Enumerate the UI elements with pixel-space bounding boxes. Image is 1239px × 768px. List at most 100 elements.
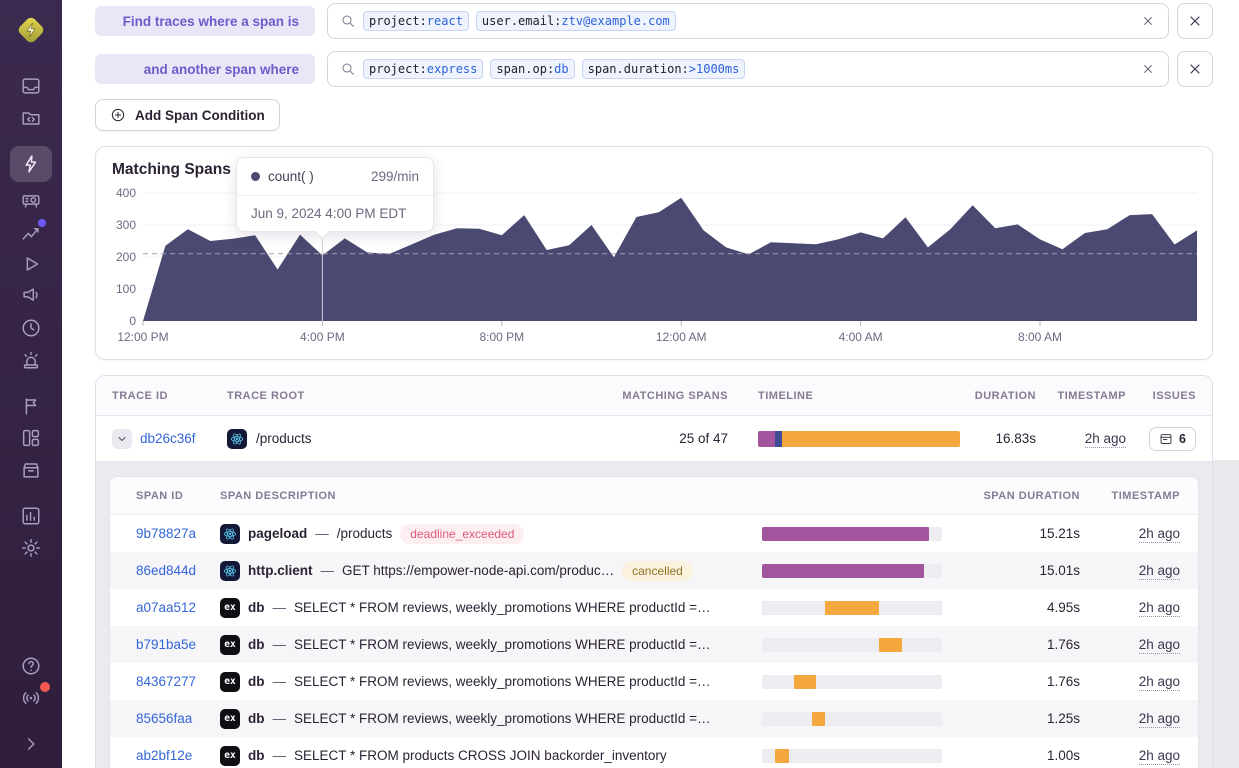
col-span-timestamp: TIMESTAMP — [1080, 490, 1180, 502]
span-timestamp[interactable]: 2h ago — [1139, 563, 1180, 580]
sidebar-item-stats[interactable] — [10, 500, 52, 532]
app-logo[interactable] — [13, 12, 49, 48]
col-span-id: SPAN ID — [124, 490, 220, 502]
status-badge: deadline_exceeded — [400, 524, 524, 544]
sidebar-item-crons[interactable] — [10, 312, 52, 344]
span-timestamp[interactable]: 2h ago — [1139, 748, 1180, 765]
span-id-link[interactable]: b791ba5e — [136, 637, 196, 652]
span-duration-bar — [762, 638, 942, 652]
span-duration: 15.01s — [962, 563, 1080, 578]
search-bar-1[interactable]: project:react user.email:ztv@example.com — [327, 3, 1169, 39]
col-duration: DURATION — [941, 390, 1036, 402]
span-duration-bar — [762, 564, 942, 578]
code-folder-icon — [20, 107, 42, 129]
query-row-2-label: and another span where — [95, 54, 315, 84]
trace-query-builder: Find traces where a span is project:reac… — [62, 0, 1239, 131]
add-span-condition-button[interactable]: Add Span Condition — [95, 99, 280, 131]
sidebar-item-web-vitals[interactable] — [10, 184, 52, 216]
span-timestamp[interactable]: 2h ago — [1139, 674, 1180, 691]
trace-timestamp[interactable]: 2h ago — [1085, 431, 1126, 448]
span-timestamp[interactable]: 2h ago — [1139, 637, 1180, 654]
chart-tooltip: count( ) 299/min Jun 9, 2024 4:00 PM EDT — [236, 157, 434, 232]
plus-circle-icon — [110, 107, 126, 123]
clear-input-icon[interactable] — [1140, 13, 1156, 29]
trace-timeline-bar — [758, 431, 960, 447]
svg-text:100: 100 — [116, 282, 136, 296]
span-duration: 1.76s — [962, 637, 1080, 652]
span-description-text: GET https://empower-node-api.com/produc… — [342, 563, 614, 578]
col-trace-id: TRACE ID — [112, 390, 227, 402]
clear-input-icon[interactable] — [1140, 61, 1156, 77]
sidebar-item-projects[interactable] — [10, 102, 52, 134]
filter-token[interactable]: project:react — [363, 11, 469, 31]
play-icon — [20, 253, 42, 275]
col-timeline: TIMELINE — [736, 390, 941, 402]
span-duration: 15.21s — [962, 526, 1080, 541]
sidebar-item-dashboards[interactable] — [10, 422, 52, 454]
sidebar-item-service-status[interactable] — [10, 682, 52, 714]
span-table-card: SPAN ID SPAN DESCRIPTION SPAN DURATION T… — [109, 476, 1199, 768]
span-timestamp[interactable]: 2h ago — [1139, 711, 1180, 728]
span-duration-bar — [762, 749, 942, 763]
trace-id-link[interactable]: db26c36f — [140, 431, 196, 446]
trace-table-header: TRACE ID TRACE ROOT MATCHING SPANS TIMEL… — [96, 376, 1212, 416]
sidebar — [0, 0, 62, 768]
span-id-link[interactable]: a07aa512 — [136, 600, 196, 615]
span-id-link[interactable]: 86ed844d — [136, 563, 196, 578]
span-op: pageload — [248, 526, 307, 541]
sidebar-item-releases[interactable] — [10, 390, 52, 422]
sidebar-item-archive[interactable] — [10, 454, 52, 486]
sidebar-item-traces[interactable] — [10, 146, 52, 182]
span-duration: 1.25s — [962, 711, 1080, 726]
col-span-duration: SPAN DURATION — [962, 490, 1080, 502]
span-id-link[interactable]: 9b78827a — [136, 526, 196, 541]
col-issues: ISSUES — [1126, 390, 1196, 402]
filter-token[interactable]: span.op:db — [490, 59, 574, 79]
col-span-description: SPAN DESCRIPTION — [220, 490, 762, 502]
remove-condition-2-button[interactable] — [1177, 51, 1213, 87]
filter-token[interactable]: project:express — [363, 59, 483, 79]
filter-token[interactable]: user.email:ztv@example.com — [476, 11, 676, 31]
remove-condition-1-button[interactable] — [1177, 3, 1213, 39]
archive-box-icon — [20, 459, 42, 481]
react-icon — [227, 429, 247, 449]
collapse-trace-button[interactable] — [112, 429, 132, 449]
span-description-text: SELECT * FROM reviews, weekly_promotions… — [294, 637, 711, 652]
span-id-link[interactable]: 84367277 — [136, 674, 196, 689]
span-description-text: SELECT * FROM products CROSS JOIN backor… — [294, 748, 667, 763]
express-icon: ex — [220, 709, 240, 729]
sidebar-item-replays[interactable] — [10, 248, 52, 280]
span-table-header: SPAN ID SPAN DESCRIPTION SPAN DURATION T… — [110, 477, 1198, 515]
span-timestamp[interactable]: 2h ago — [1139, 526, 1180, 543]
page-gutter — [1213, 460, 1239, 768]
sidebar-item-issues[interactable] — [10, 70, 52, 102]
trace-issues-button[interactable]: 6 — [1149, 427, 1196, 451]
megaphone-icon — [20, 285, 42, 307]
series-dot-icon — [251, 172, 260, 181]
span-id-link[interactable]: 85656faa — [136, 711, 192, 726]
span-row: 86ed844d http.client — GET https://empow… — [110, 552, 1198, 589]
lightning-icon — [20, 153, 42, 175]
close-icon — [1187, 61, 1203, 77]
svg-text:12:00 PM: 12:00 PM — [117, 330, 168, 344]
svg-text:4:00 PM: 4:00 PM — [300, 330, 345, 344]
chart-title: Matching Spans — [112, 161, 231, 179]
svg-text:4:00 AM: 4:00 AM — [839, 330, 883, 344]
sidebar-item-metrics[interactable] — [10, 216, 52, 248]
sidebar-collapse-toggle[interactable] — [10, 728, 52, 760]
status-badge: cancelled — [622, 561, 693, 581]
span-op: http.client — [248, 563, 313, 578]
search-bar-2[interactable]: project:express span.op:db span.duration… — [327, 51, 1169, 87]
sidebar-item-settings[interactable] — [10, 532, 52, 564]
span-id-link[interactable]: ab2bf12e — [136, 748, 192, 763]
flag-icon — [20, 395, 42, 417]
sidebar-item-alerts[interactable] — [10, 344, 52, 376]
sidebar-item-help[interactable] — [10, 650, 52, 682]
clock-icon — [20, 317, 42, 339]
span-timestamp[interactable]: 2h ago — [1139, 600, 1180, 617]
filter-token[interactable]: span.duration:>1000ms — [582, 59, 746, 79]
span-op: db — [248, 637, 265, 652]
span-row: 85656faa ex db — SELECT * FROM reviews, … — [110, 700, 1198, 737]
col-timestamp: TIMESTAMP — [1036, 390, 1126, 402]
sidebar-item-feedback[interactable] — [10, 280, 52, 312]
